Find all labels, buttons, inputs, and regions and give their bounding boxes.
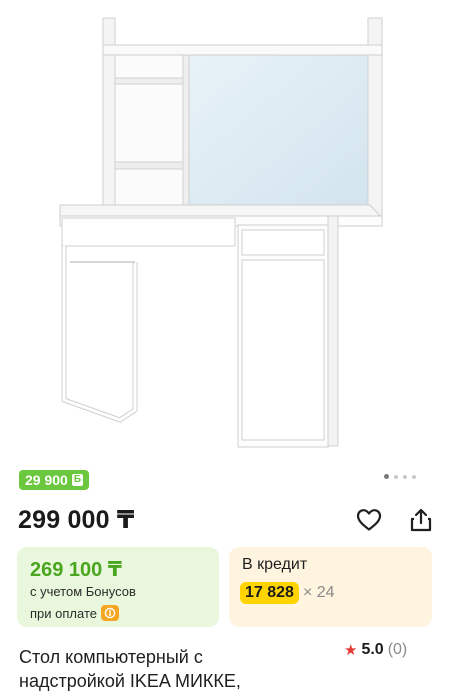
kaspi-logo-icon — [104, 607, 116, 619]
bonus-price: 269 100 ₸ — [30, 559, 122, 581]
bonus-payment-label: при оплате — [30, 605, 97, 621]
bonus-description: с учетом Бонусов — [30, 584, 136, 599]
review-count[interactable]: (0) — [388, 641, 408, 659]
credit-card[interactable]: В кредит 17 828 × 24 — [229, 547, 432, 627]
bonus-badge: 29 900 Б — [19, 470, 90, 490]
carousel-dots[interactable] — [384, 474, 416, 479]
heart-icon — [356, 509, 382, 531]
action-icons — [354, 505, 436, 535]
credit-months: × 24 — [302, 584, 335, 601]
product-title: Стол компьютерный с надстройкой IKEA МИК… — [19, 647, 241, 691]
favorite-button[interactable] — [354, 505, 384, 535]
credit-monthly-amount: 17 828 — [240, 582, 299, 604]
star-icon: ★ — [344, 642, 358, 659]
kaspi-pay-icon — [100, 605, 119, 621]
credit-amount-row: 17 828 × 24 — [240, 582, 335, 604]
carousel-dot[interactable] — [412, 474, 416, 479]
bonus-price-card[interactable]: 269 100 ₸ с учетом Бонусов при оплате — [17, 547, 219, 627]
share-button[interactable] — [406, 505, 436, 535]
credit-title: В кредит — [242, 556, 308, 573]
bonus-b-icon: Б — [71, 474, 84, 486]
rating[interactable]: ★ 5.0 (0) — [344, 641, 407, 659]
share-icon — [410, 508, 432, 532]
carousel-dot[interactable] — [403, 474, 407, 479]
bonus-badge-amount: 29 900 — [25, 472, 68, 488]
product-image[interactable] — [0, 0, 451, 462]
bonus-payment-note: при оплате — [30, 605, 119, 621]
desk-illustration — [59, 17, 384, 448]
carousel-dot[interactable] — [394, 474, 398, 479]
rating-value: 5.0 — [361, 641, 384, 658]
carousel-dot[interactable] — [384, 474, 389, 479]
product-price: 299 000 ₸ — [18, 506, 135, 534]
